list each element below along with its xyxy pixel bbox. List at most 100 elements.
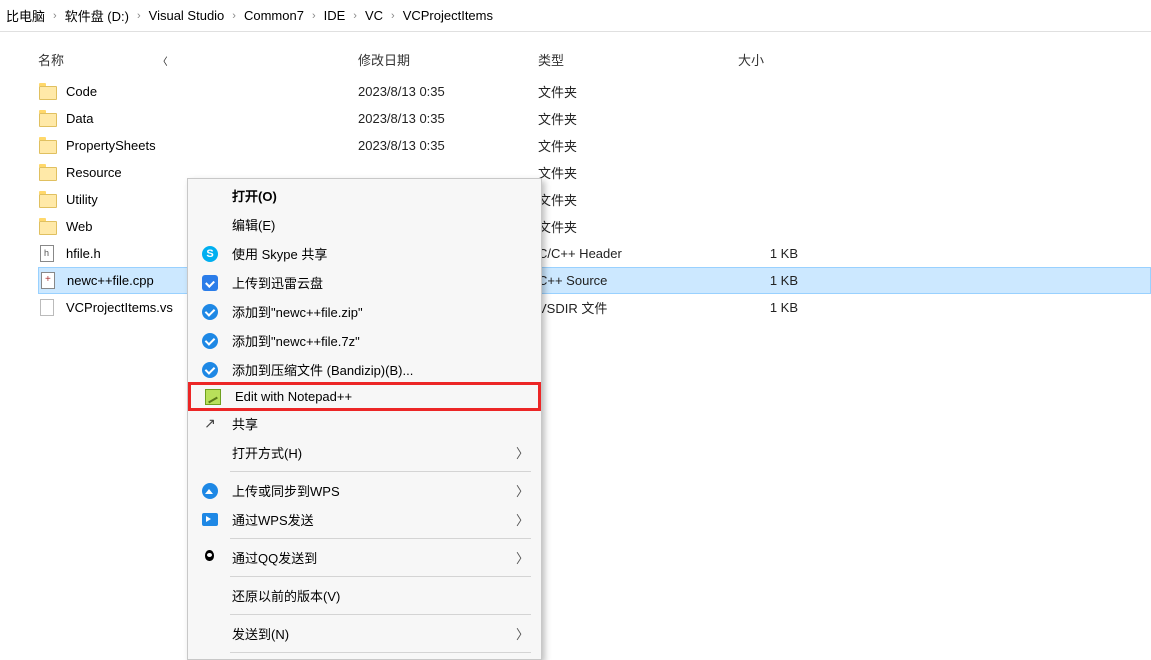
file-size: 1 KB [738,300,798,315]
chevron-right-icon: › [230,10,238,22]
menu-item[interactable]: 添加到"newc++file.7z" [188,326,541,355]
folder-icon [38,137,56,155]
menu-separator [230,576,531,577]
file-type: 文件夹 [538,109,738,128]
menu-item[interactable]: 添加到"newc++file.zip" [188,297,541,326]
submenu-arrow-icon: 〉 [516,481,529,500]
menu-item-label: 通过QQ发送到 [232,548,516,567]
menu-item[interactable]: Edit with Notepad++ [188,382,541,411]
qq-icon [200,548,220,568]
menu-item-label: 发送到(N) [232,624,516,643]
file-row[interactable]: Code2023/8/13 0:35文件夹 [38,78,1151,105]
header-file-icon [38,245,56,263]
file-type: C/C++ Header [538,246,738,261]
menu-item[interactable]: ↗ 共享 [188,409,541,438]
left-edge [0,80,4,260]
menu-item-label: 通过WPS发送 [232,510,516,529]
breadcrumb-segment[interactable]: VCProjectItems [397,8,499,23]
menu-item-label: 上传到迅雷云盘 [232,273,529,292]
blank-icon [200,186,220,206]
file-size: 1 KB [738,246,798,261]
breadcrumb-segment[interactable]: IDE [318,8,352,23]
menu-item-label: 打开方式(H) [232,443,516,462]
cpp-file-icon [39,272,57,290]
submenu-arrow-icon: 〉 [516,510,529,529]
menu-item-label: 添加到"newc++file.7z" [232,331,529,350]
wps-upload-icon [200,481,220,501]
file-type: VSDIR 文件 [538,298,738,317]
file-type: 文件夹 [538,217,738,236]
menu-separator [230,614,531,615]
folder-icon [38,164,56,182]
menu-item-label: Edit with Notepad++ [235,389,526,404]
bandizip-icon [200,331,220,351]
file-size: 1 KB [738,273,798,288]
menu-item[interactable]: 上传到迅雷云盘 [188,268,541,297]
file-row[interactable]: Data2023/8/13 0:35文件夹 [38,105,1151,132]
menu-item[interactable]: 通过WPS发送〉 [188,505,541,534]
menu-item[interactable]: S 使用 Skype 共享 [188,239,541,268]
column-name-label: 名称 [38,53,64,68]
column-type[interactable]: 类型 [538,50,738,69]
menu-item[interactable]: 发送到(N)〉 [188,619,541,648]
submenu-arrow-icon: 〉 [516,624,529,643]
menu-item-label: 共享 [232,414,529,433]
sort-indicator-icon: 〈 [158,57,168,68]
breadcrumb-segment[interactable]: Visual Studio [143,8,231,23]
submenu-arrow-icon: 〉 [516,548,529,567]
folder-icon [38,110,56,128]
xunlei-icon [200,273,220,293]
breadcrumb-segment[interactable]: 比电脑 [0,6,51,25]
breadcrumb-segment[interactable]: VC [359,8,389,23]
menu-separator [230,652,531,653]
menu-item-label: 添加到压缩文件 (Bandizip)(B)... [232,360,529,379]
column-size[interactable]: 大小 [738,50,838,69]
file-icon [38,299,56,317]
column-name[interactable]: 名称 〈 [38,50,358,69]
blank-icon [200,443,220,463]
menu-separator [230,538,531,539]
folder-icon [38,83,56,101]
chevron-right-icon: › [351,10,359,22]
blank-icon [200,215,220,235]
file-type: 文件夹 [538,190,738,209]
menu-item-label: 添加到"newc++file.zip" [232,302,529,321]
file-date: 2023/8/13 0:35 [358,84,538,99]
menu-item[interactable]: 通过QQ发送到〉 [188,543,541,572]
breadcrumb[interactable]: 比电脑›软件盘 (D:)›Visual Studio›Common7›IDE›V… [0,0,1151,32]
menu-item[interactable]: 编辑(E) [188,210,541,239]
menu-item[interactable]: 打开(O) [188,181,541,210]
menu-item[interactable]: 添加到压缩文件 (Bandizip)(B)... [188,355,541,384]
blank-icon [200,624,220,644]
file-date: 2023/8/13 0:35 [358,138,538,153]
context-menu: 打开(O) 编辑(E) S 使用 Skype 共享上传到迅雷云盘添加到"newc++f… [187,178,542,660]
file-name: Data [66,111,358,126]
menu-item[interactable]: 还原以前的版本(V) [188,581,541,610]
skype-icon: S [200,244,220,264]
file-type: 文件夹 [538,163,738,182]
folder-icon [38,191,56,209]
chevron-right-icon: › [51,10,59,22]
breadcrumb-segment[interactable]: Common7 [238,8,310,23]
bandizip-icon [200,360,220,380]
menu-item-label: 打开(O) [232,186,529,205]
file-name: PropertySheets [66,138,358,153]
file-list: Code2023/8/13 0:35文件夹Data2023/8/13 0:35文… [0,78,1151,321]
menu-item-label: 编辑(E) [232,215,529,234]
file-date: 2023/8/13 0:35 [358,111,538,126]
chevron-right-icon: › [135,10,143,22]
share-icon: ↗ [200,414,220,434]
file-name: Code [66,84,358,99]
column-headers: 名称 〈 修改日期 类型 大小 [0,42,1151,78]
bandizip-icon [200,302,220,322]
submenu-arrow-icon: 〉 [516,443,529,462]
column-date[interactable]: 修改日期 [358,50,538,69]
blank-icon [200,586,220,606]
chevron-right-icon: › [310,10,318,22]
menu-item[interactable]: 上传或同步到WPS〉 [188,476,541,505]
file-type: C++ Source [538,273,738,288]
menu-item[interactable]: 打开方式(H)〉 [188,438,541,467]
menu-item-label: 使用 Skype 共享 [232,244,529,263]
file-row[interactable]: PropertySheets2023/8/13 0:35文件夹 [38,132,1151,159]
breadcrumb-segment[interactable]: 软件盘 (D:) [59,6,135,25]
